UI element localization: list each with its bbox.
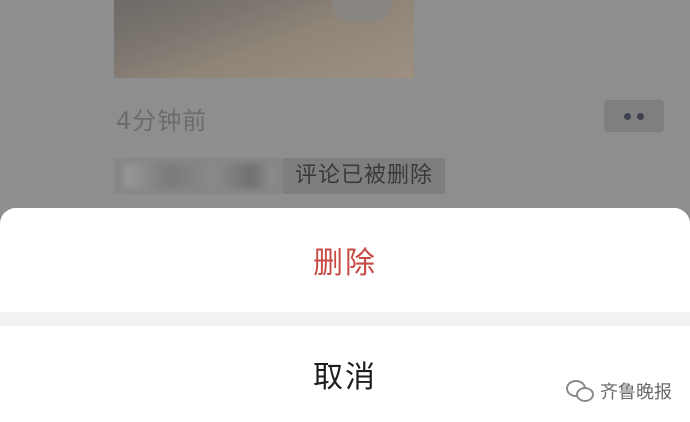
watermark: 齐鲁晚报: [566, 378, 672, 404]
dot-icon: [637, 112, 644, 120]
dot-icon: [624, 112, 631, 120]
blurred-username: [124, 164, 274, 188]
more-options-button[interactable]: [604, 100, 664, 132]
post-image: [114, 0, 414, 78]
cancel-button[interactable]: 取消: [0, 326, 690, 422]
wechat-icon: [566, 380, 594, 402]
watermark-text: 齐鲁晚报: [600, 382, 672, 403]
delete-button[interactable]: 删除: [0, 208, 690, 312]
comment-deleted-label: 评论已被删除: [283, 158, 446, 194]
post-timestamp: 4分钟前: [116, 107, 208, 135]
